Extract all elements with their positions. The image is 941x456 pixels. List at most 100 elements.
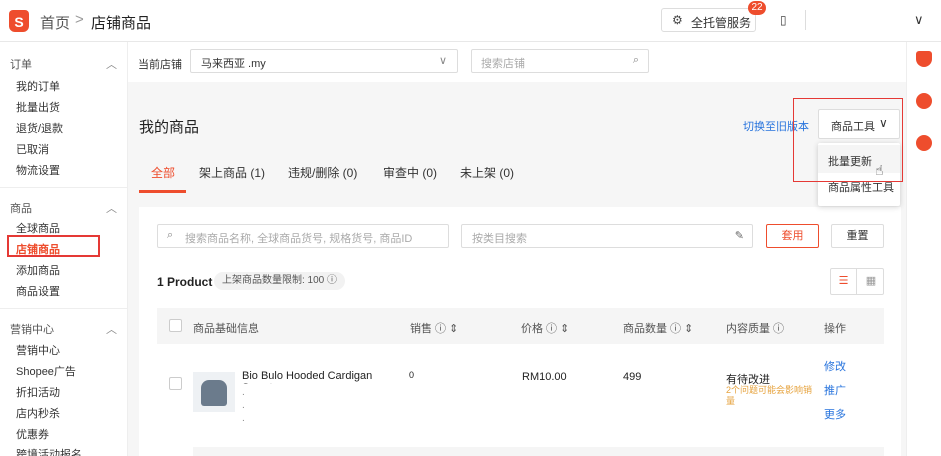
listing-limit-text: 上架商品数量限制: 100: [222, 275, 325, 286]
col-stock-label: 商品数量: [623, 323, 667, 335]
col-product-info: 商品基础信息: [193, 323, 259, 335]
sidebar-item-discounts[interactable]: 折扣活动: [16, 384, 60, 400]
sidebar-section-marketing[interactable]: 营销中心: [10, 321, 54, 337]
service-icon: ⚙: [672, 13, 683, 27]
sidebar-item-returns[interactable]: 退货/退款: [16, 120, 63, 136]
keyword-search-input[interactable]: ⌕ 搜索商品名称, 全球商品货号, 规格货号, 商品ID: [157, 224, 449, 248]
row-footer: [193, 447, 884, 456]
product-thumbnail[interactable]: [193, 372, 235, 412]
product-count: 1 Product: [157, 275, 213, 289]
tab-all[interactable]: 全部: [151, 164, 175, 181]
chevron-down-icon[interactable]: ∨: [914, 12, 924, 28]
product-list-card: ⌕ 搜索商品名称, 全球商品货号, 规格货号, 商品ID 按类目搜索 ✎ 套用 …: [139, 207, 901, 456]
sidebar-divider: [0, 308, 127, 309]
grid-view-icon[interactable]: ▦: [858, 269, 884, 294]
search-icon: ⌕: [167, 229, 174, 241]
reset-button[interactable]: 重置: [831, 224, 884, 248]
sidebar-item-cancelled[interactable]: 已取消: [16, 141, 49, 157]
breadcrumb-home[interactable]: 首页: [40, 12, 70, 33]
current-shop-label: 当前店铺: [138, 59, 182, 71]
more-link[interactable]: 更多: [824, 406, 846, 422]
col-sales-label: 销售: [410, 323, 432, 335]
help-icon[interactable]: ⓘ: [327, 275, 337, 286]
headset-icon[interactable]: [916, 93, 932, 109]
sidebar-item-shopee-ads[interactable]: Shopee广告: [16, 363, 76, 379]
pencil-icon[interactable]: ✎: [735, 229, 744, 242]
sidebar-section-orders[interactable]: 订单: [10, 56, 32, 72]
chat-icon[interactable]: [916, 135, 932, 151]
col-sales[interactable]: 销售 ⓘ ⇕: [410, 320, 458, 336]
page-title: 我的商品: [139, 119, 200, 136]
right-rail: [906, 42, 941, 456]
table-header: 商品基础信息 销售 ⓘ ⇕ 价格 ⓘ ⇕ 商品数量 ⓘ ⇕ 内容质量 ⓘ 操作: [157, 308, 884, 344]
book-icon[interactable]: ▯: [780, 13, 787, 27]
sidebar-item-campaigns[interactable]: 跨境活动报名: [16, 446, 82, 456]
category-search-input[interactable]: 按类目搜索 ✎: [461, 224, 753, 248]
hoodie-image: [201, 380, 227, 406]
chevron-down-icon: ∨: [438, 55, 447, 67]
product-meta: .: [242, 413, 245, 424]
product-name[interactable]: Bio Bulo Hooded Cardigan Sweater: [242, 370, 412, 384]
breadcrumb-current: 店铺商品: [91, 15, 152, 32]
col-stock[interactable]: 商品数量 ⓘ ⇕: [623, 320, 693, 336]
sidebar-item-logistics[interactable]: 物流设置: [16, 162, 60, 178]
chevron-up-icon[interactable]: ︿: [106, 56, 117, 72]
notification-badge: 22: [748, 1, 766, 15]
shop-search-placeholder: 搜索店铺: [481, 58, 525, 70]
sidebar-item-my-orders[interactable]: 我的订单: [16, 78, 60, 94]
col-price[interactable]: 价格 ⓘ ⇕: [521, 320, 569, 336]
list-view-icon[interactable]: ☰: [831, 269, 857, 294]
sidebar-section-products[interactable]: 商品: [10, 200, 32, 216]
active-tab-underline: [139, 190, 186, 193]
category-search-placeholder: 按类目搜索: [472, 233, 527, 245]
tab-live[interactable]: 架上商品 (1): [199, 164, 265, 181]
sidebar-item-add-product[interactable]: 添加商品: [16, 262, 60, 278]
breadcrumb-separator: >: [75, 11, 84, 28]
tab-violation[interactable]: 违规/删除 (0): [288, 164, 357, 181]
sidebar-item-marketing-center[interactable]: 营销中心: [16, 342, 60, 358]
sidebar-item-flash-sale[interactable]: 店内秒杀: [16, 405, 60, 421]
listing-limit-badge: 上架商品数量限制: 100 ⓘ: [214, 272, 346, 290]
sidebar-item-global-products[interactable]: 全球商品: [16, 220, 60, 236]
product-stock: 499: [623, 371, 642, 383]
col-quality: 内容质量 ⓘ: [726, 323, 785, 335]
shopee-logo-icon[interactable]: S: [9, 10, 29, 32]
search-icon: ⌕: [632, 54, 639, 66]
sidebar-item-vouchers[interactable]: 优惠券: [16, 426, 49, 442]
col-actions: 操作: [824, 323, 846, 335]
select-all-checkbox[interactable]: [169, 319, 182, 332]
row-checkbox[interactable]: [169, 377, 182, 390]
col-quality-label: 内容质量: [726, 323, 770, 335]
shop-search-input[interactable]: 搜索店铺 ⌕: [471, 49, 649, 73]
full-service-button[interactable]: ⚙ 全托管服务: [661, 8, 756, 32]
product-meta: .: [242, 400, 245, 411]
top-bar: S 首页 > 店铺商品 ⚙ 全托管服务 22 ▯ ∨: [0, 0, 941, 42]
quality-warning[interactable]: 2个问题可能会影响销量: [726, 385, 818, 407]
main-header: 我的商品 切换至旧版本 商品工具 ∨ 全部 架上商品 (1) 违规/删除 (0)…: [128, 82, 906, 194]
sidebar: 订单 ︿ 我的订单 批量出货 退货/退款 已取消 物流设置 商品 ︿ 全球商品 …: [0, 42, 128, 456]
shop-filter-bar: 当前店铺 马来西亚 .my ∨ 搜索店铺 ⌕: [128, 42, 906, 82]
product-sales: 0: [409, 370, 415, 380]
promote-link[interactable]: 推广: [824, 382, 846, 398]
tab-unlisted[interactable]: 未上架 (0): [460, 164, 514, 181]
keyword-search-placeholder: 搜索商品名称, 全球商品货号, 规格货号, 商品ID: [185, 233, 413, 245]
sidebar-item-shop-products[interactable]: 店铺商品: [16, 241, 60, 257]
apply-button[interactable]: 套用: [766, 224, 819, 248]
col-price-label: 价格: [521, 323, 543, 335]
full-service-label: 全托管服务: [691, 16, 752, 30]
shop-select[interactable]: 马来西亚 .my ∨: [190, 49, 458, 73]
chevron-up-icon[interactable]: ︿: [106, 321, 117, 337]
topbar-divider: [805, 10, 806, 30]
sidebar-divider: [0, 187, 127, 188]
edit-link[interactable]: 修改: [824, 358, 846, 374]
view-toggle: ☰ ▦: [830, 268, 884, 295]
bell-icon[interactable]: [916, 51, 932, 67]
chevron-up-icon[interactable]: ︿: [106, 200, 117, 216]
product-price: RM10.00: [522, 371, 567, 383]
product-meta: .: [242, 387, 245, 398]
shop-select-value: 马来西亚 .my: [201, 58, 266, 70]
sidebar-item-product-settings[interactable]: 商品设置: [16, 283, 60, 299]
sidebar-item-bulk-ship[interactable]: 批量出货: [16, 99, 60, 115]
tab-reviewing[interactable]: 审查中 (0): [383, 164, 437, 181]
annotation-highlight: [793, 98, 903, 182]
